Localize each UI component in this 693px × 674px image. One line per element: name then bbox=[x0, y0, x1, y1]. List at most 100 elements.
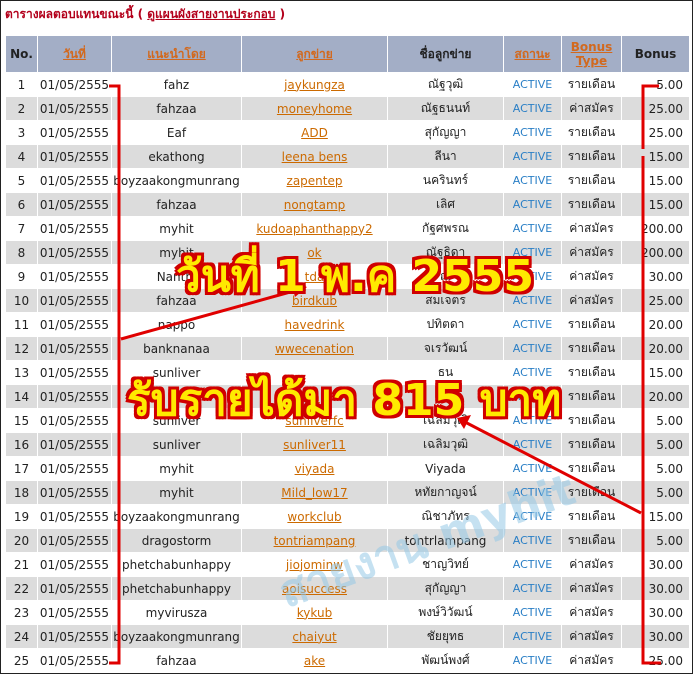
row-member-name: tontrlampang bbox=[387, 528, 504, 553]
row-bonus: 5.00 bbox=[621, 528, 690, 553]
row-member-name: กัฐศพรณ bbox=[387, 216, 504, 241]
row-date: 01/05/2555 bbox=[37, 144, 112, 169]
row-date: 01/05/2555 bbox=[37, 528, 112, 553]
row-member-link[interactable]: tda bbox=[241, 264, 388, 289]
table-row: 6 01/05/2555 fahzaa nongtamp เลิศ ACTIVE รายเด… bbox=[5, 192, 690, 217]
row-number: 18 bbox=[5, 480, 38, 505]
row-bonus-type: รายเดือน bbox=[561, 432, 622, 457]
row-number: 12 bbox=[5, 336, 38, 361]
row-member-link[interactable]: la bbox=[241, 384, 388, 409]
row-member-link[interactable]: birdkub bbox=[241, 288, 388, 313]
row-bonus-type: รายเดือน bbox=[561, 456, 622, 481]
row-member-link[interactable]: jaykungza bbox=[241, 72, 388, 97]
row-member-link[interactable]: viyada bbox=[241, 456, 388, 481]
row-bonus: 20.00 bbox=[621, 384, 690, 409]
row-member-link[interactable]: leena bens bbox=[241, 144, 388, 169]
row-member-link[interactable]: moneyhome bbox=[241, 96, 388, 121]
row-bonus: 200.00 bbox=[621, 216, 690, 241]
row-member-link[interactable]: ok bbox=[241, 240, 388, 265]
row-number: 6 bbox=[5, 192, 38, 217]
row-member-link[interactable]: kudoaphanthappy2 bbox=[241, 216, 388, 241]
row-date: 01/05/2555 bbox=[37, 432, 112, 457]
row-member-link[interactable]: chaiyut bbox=[241, 624, 388, 649]
row-referrer: boyzaakongmunrang bbox=[111, 624, 242, 649]
row-member-name: หทัยกาญจน์ bbox=[387, 480, 504, 505]
row-bonus-type: รายเดือน bbox=[561, 336, 622, 361]
row-bonus-type: รายเดือน bbox=[561, 312, 622, 337]
row-date: 01/05/2555 bbox=[37, 576, 112, 601]
column-header-1[interactable]: วันที่ bbox=[37, 35, 112, 73]
view-tree-link[interactable]: ดูแผนผังสายงานประกอบ bbox=[147, 7, 275, 21]
row-number: 25 bbox=[5, 648, 38, 673]
row-referrer: Eaf bbox=[111, 120, 242, 145]
table-row: 16 01/05/2555 sunliver sunliver11 เฉลิมวุฒิ A… bbox=[5, 432, 690, 457]
row-status: ACTIVE bbox=[503, 480, 562, 505]
row-member-link[interactable]: Mild_low17 bbox=[241, 480, 388, 505]
row-member-link[interactable]: nongtamp bbox=[241, 192, 388, 217]
row-bonus: 15.00 bbox=[621, 144, 690, 169]
row-member-name: นครินทร์ bbox=[387, 168, 504, 193]
row-number: 2 bbox=[5, 96, 38, 121]
row-member-link[interactable] bbox=[241, 360, 388, 385]
row-date: 01/05/2555 bbox=[37, 648, 112, 673]
row-member-name: ธน bbox=[387, 360, 504, 385]
row-date: 01/05/2555 bbox=[37, 288, 112, 313]
row-member-link[interactable]: aoisuccess bbox=[241, 576, 388, 601]
row-member-name: สุกัญญา bbox=[387, 120, 504, 145]
row-status: ACTIVE bbox=[503, 648, 562, 673]
row-referrer: phetchabunhappy bbox=[111, 576, 242, 601]
row-member-link[interactable]: ADD bbox=[241, 120, 388, 145]
row-member-name: ชาญวิทย์ bbox=[387, 552, 504, 577]
row-member-link[interactable]: ake bbox=[241, 648, 388, 673]
row-member-link[interactable]: sunliver11 bbox=[241, 432, 388, 457]
row-referrer: fahzaa bbox=[111, 648, 242, 673]
row-referrer: fahzaa bbox=[111, 192, 242, 217]
row-number: 3 bbox=[5, 120, 38, 145]
row-member-name: Viyada bbox=[387, 456, 504, 481]
row-number: 11 bbox=[5, 312, 38, 337]
row-date: 01/05/2555 bbox=[37, 600, 112, 625]
row-member-link[interactable]: havedrink bbox=[241, 312, 388, 337]
row-referrer: myvirusza bbox=[111, 600, 242, 625]
row-bonus: 30.00 bbox=[621, 576, 690, 601]
row-number: 24 bbox=[5, 624, 38, 649]
column-header-6[interactable]: Bonus Type bbox=[561, 35, 622, 73]
row-member-link[interactable]: zapentep bbox=[241, 168, 388, 193]
row-bonus-type: รายเดือน bbox=[561, 72, 622, 97]
row-member-name: ณัฐวุฒิ bbox=[387, 72, 504, 97]
table-header-row: No. วันที่ แนะนำโดย ลูกข่าย ชื่อลูกข่าย สถานะ… bbox=[5, 35, 690, 73]
row-member-name: ณัฐธิดา bbox=[387, 240, 504, 265]
row-status: ACTIVE bbox=[503, 360, 562, 385]
row-member-link[interactable]: tontriampang bbox=[241, 528, 388, 553]
column-header-2[interactable]: แนะนำโดย bbox=[111, 35, 242, 73]
row-bonus: 5.00 bbox=[621, 480, 690, 505]
row-member-link[interactable]: kykub bbox=[241, 600, 388, 625]
row-bonus: 30.00 bbox=[621, 624, 690, 649]
row-member-link[interactable]: sunliverfc bbox=[241, 408, 388, 433]
row-referrer: sunliver bbox=[111, 408, 242, 433]
row-bonus: 25.00 bbox=[621, 96, 690, 121]
table-row: 3 01/05/2555 Eaf ADD สุกัญญา ACTIVE รายเดือน 25… bbox=[5, 120, 690, 145]
row-status: ACTIVE bbox=[503, 336, 562, 361]
row-member-link[interactable]: workclub bbox=[241, 504, 388, 529]
column-header-3[interactable]: ลูกข่าย bbox=[241, 35, 388, 73]
row-member-link[interactable]: wwecenation bbox=[241, 336, 388, 361]
row-bonus-type: ค่าสมัคร bbox=[561, 648, 622, 673]
row-referrer: nappo bbox=[111, 312, 242, 337]
row-member-name: พัฒน์พงศ์ bbox=[387, 648, 504, 673]
row-bonus-type: รายเดือน bbox=[561, 480, 622, 505]
row-member-name: ชัยยุทธ bbox=[387, 624, 504, 649]
row-date: 01/05/2555 bbox=[37, 264, 112, 289]
row-referrer: fahzaa bbox=[111, 96, 242, 121]
row-number: 14 bbox=[5, 384, 38, 409]
row-number: 4 bbox=[5, 144, 38, 169]
column-header-5[interactable]: สถานะ bbox=[503, 35, 562, 73]
row-bonus: 30.00 bbox=[621, 600, 690, 625]
row-bonus-type: รายเดือน bbox=[561, 504, 622, 529]
row-status: ACTIVE bbox=[503, 552, 562, 577]
table-row: 23 01/05/2555 myvirusza kykub พงษ์วิวัฒน์ ACT… bbox=[5, 600, 690, 625]
row-date: 01/05/2555 bbox=[37, 72, 112, 97]
row-member-link[interactable]: jiojominw bbox=[241, 552, 388, 577]
row-status: ACTIVE bbox=[503, 456, 562, 481]
row-date: 01/05/2555 bbox=[37, 168, 112, 193]
